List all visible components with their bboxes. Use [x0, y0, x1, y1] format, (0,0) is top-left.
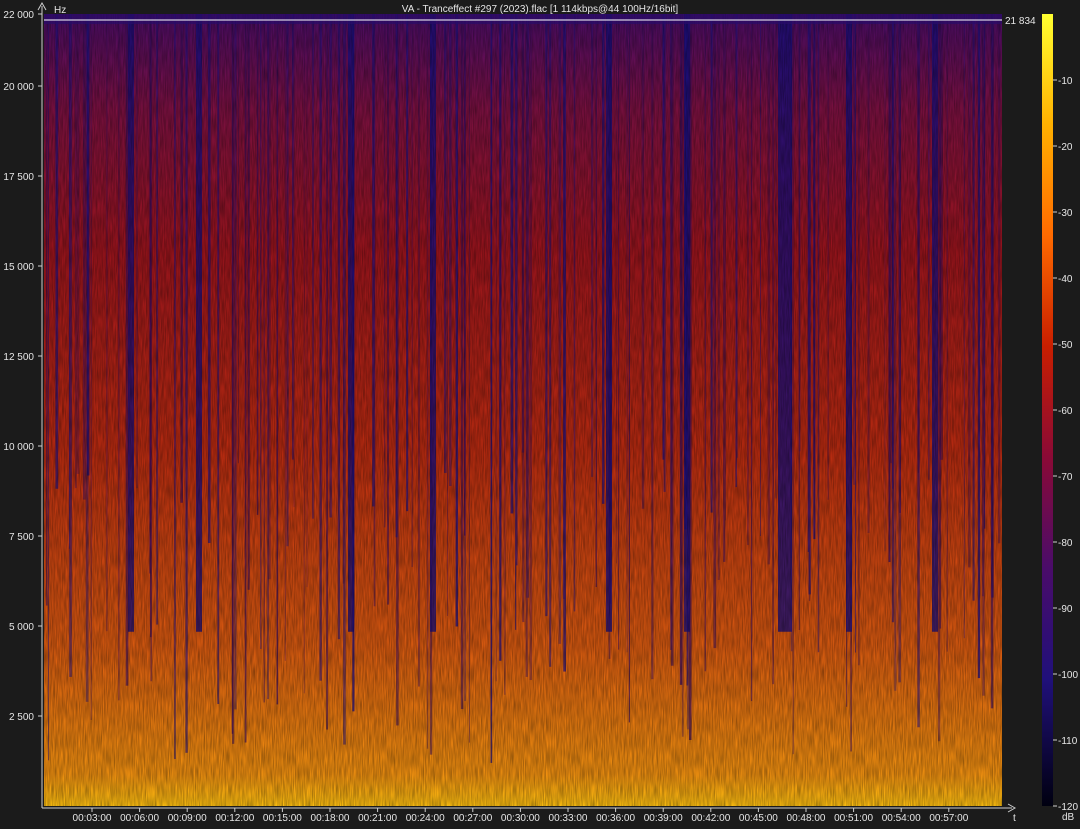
x-tick-label: 00:51:00 [834, 813, 873, 824]
x-axis-ticks: 00:03:00 00:06:00 00:09:00 00:12:00 00:15:00… [73, 808, 969, 824]
x-tick-label: 00:18:00 [311, 813, 350, 824]
y-tick-label: 2 500 [9, 712, 34, 723]
y-tick-label: 5 000 [9, 622, 34, 633]
colorbar-tick-label: -50 [1058, 340, 1073, 351]
x-tick-label: 00:30:00 [501, 813, 540, 824]
colorbar-tick-label: -10 [1058, 76, 1073, 87]
x-tick-label: 00:39:00 [644, 813, 683, 824]
x-tick-label: 00:57:00 [929, 813, 968, 824]
colorbar-tick-label: -20 [1058, 142, 1073, 153]
spectrogram-top-band [44, 14, 1002, 24]
x-tick-label: 00:45:00 [739, 813, 778, 824]
colorbar-tick-label: -100 [1058, 670, 1078, 681]
colorbar-label: dB [1062, 812, 1075, 823]
y-tick-label: 17 500 [3, 172, 34, 183]
x-tick-label: 00:21:00 [358, 813, 397, 824]
colorbar-tick-label: -70 [1058, 472, 1073, 483]
colorbar-tick-label: -30 [1058, 208, 1073, 219]
colorbar-ticks: -10-20-30-40-50-60-70-80-90-100-110-120 [1053, 76, 1078, 813]
y-axis-ticks: 2 500 5 000 7 500 10 000 12 500 15 000 17 500 2… [3, 10, 42, 723]
x-axis-label: t [1013, 813, 1016, 824]
y-tick-label: 20 000 [3, 82, 34, 93]
y-axis-label: Hz [54, 5, 66, 16]
spectrogram-chart: 21 834 VA - Tranceffect #297 (2023).flac… [0, 0, 1080, 824]
chart-title: VA - Tranceffect #297 (2023).flac [1 114… [402, 4, 679, 15]
x-tick-label: 00:12:00 [215, 813, 254, 824]
x-tick-label: 00:48:00 [787, 813, 826, 824]
x-tick-label: 00:09:00 [168, 813, 207, 824]
x-tick-label: 00:33:00 [549, 813, 588, 824]
colorbar-tick-label: -80 [1058, 538, 1073, 549]
cutoff-label: 21 834 [1005, 16, 1036, 27]
x-tick-label: 00:24:00 [406, 813, 445, 824]
x-tick-label: 00:15:00 [263, 813, 302, 824]
y-tick-label: 7 500 [9, 532, 34, 543]
spectrogram-texture [44, 14, 1002, 806]
x-tick-label: 00:42:00 [691, 813, 730, 824]
x-tick-label: 00:54:00 [882, 813, 921, 824]
colorbar-tick-label: -60 [1058, 406, 1073, 417]
y-tick-label: 22 000 [3, 10, 34, 21]
y-tick-label: 12 500 [3, 352, 34, 363]
spectrogram-svg: 21 834 VA - Tranceffect #297 (2023).flac… [3, 1, 1078, 824]
x-tick-label: 00:36:00 [596, 813, 635, 824]
colorbar [1042, 14, 1053, 806]
colorbar-tick-label: -40 [1058, 274, 1073, 285]
x-tick-label: 00:27:00 [453, 813, 492, 824]
colorbar-tick-label: -110 [1058, 736, 1078, 747]
x-tick-label: 00:06:00 [120, 813, 159, 824]
x-tick-label: 00:03:00 [73, 813, 112, 824]
y-tick-label: 15 000 [3, 262, 34, 273]
y-tick-label: 10 000 [3, 442, 34, 453]
colorbar-tick-label: -90 [1058, 604, 1073, 615]
